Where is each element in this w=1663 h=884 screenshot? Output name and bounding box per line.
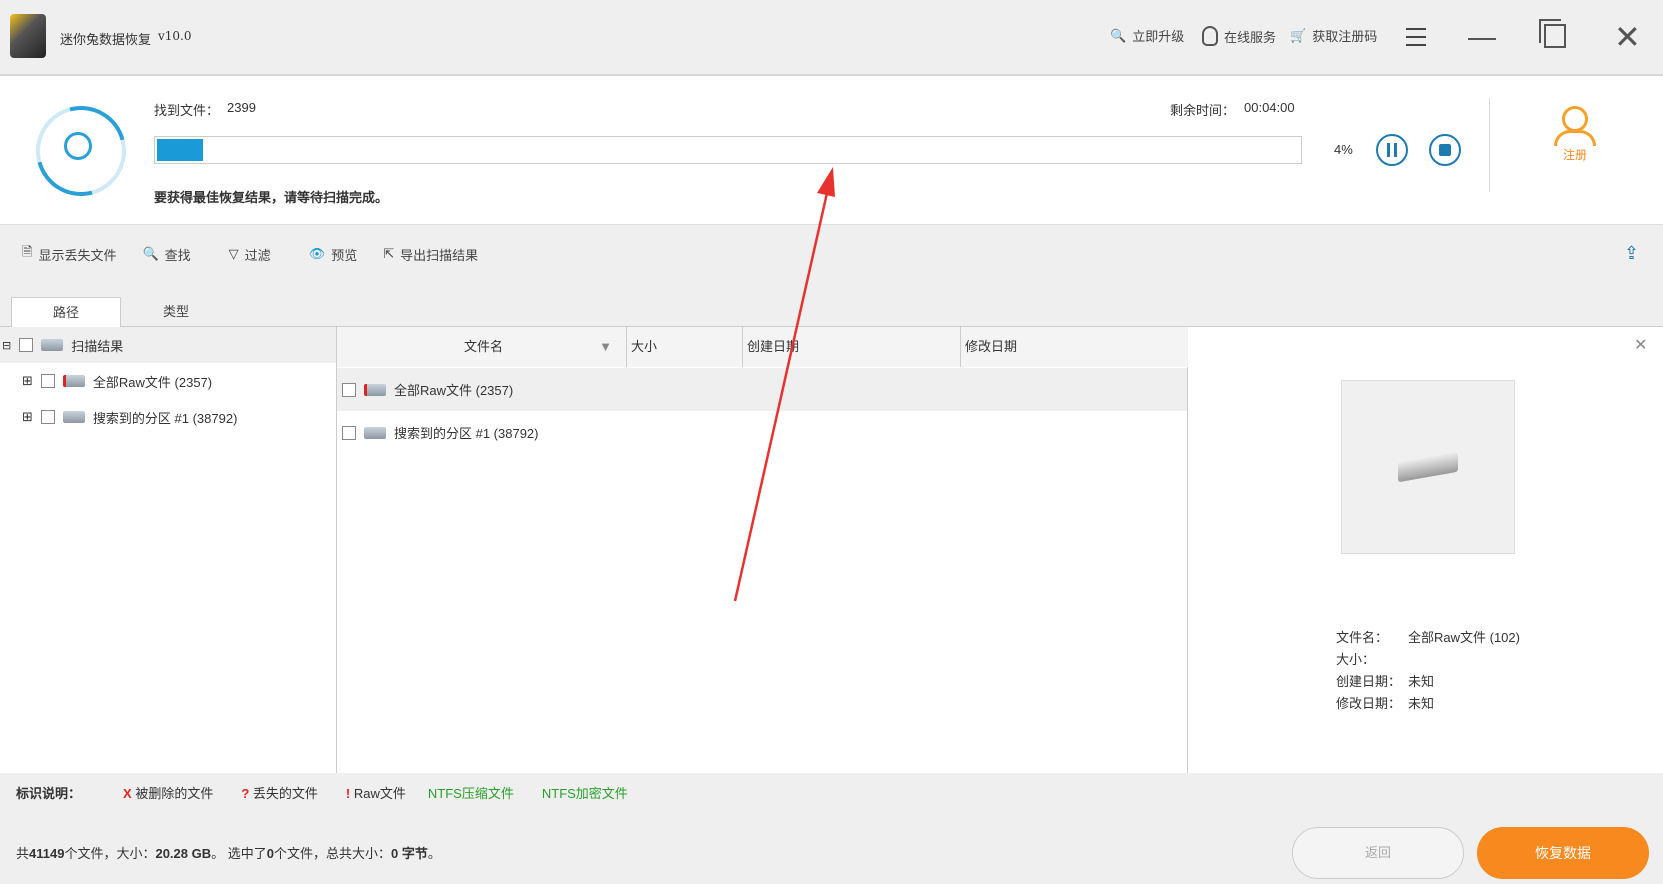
annotation-arrow bbox=[733, 167, 835, 602]
show-lost-files-button[interactable]: 🗎 显示丢失文件 bbox=[22, 243, 116, 265]
legend: 标识说明： X 被删除的文件 ? 丢失的文件 ! Raw文件 NTFS压缩文件 … bbox=[16, 783, 628, 802]
upgrade-search-icon: 🔍 bbox=[1110, 27, 1127, 43]
col-filename[interactable]: 文件名 ▼ bbox=[337, 327, 627, 367]
magnifier-icon bbox=[64, 132, 92, 160]
raw-drive-icon bbox=[364, 383, 386, 396]
export-results-button[interactable]: ⇱ 导出扫描结果 bbox=[383, 245, 478, 264]
stop-button[interactable] bbox=[1429, 134, 1461, 166]
preview-info: 文件名： 全部Raw文件 (102) 大小： 创建日期： 未知 修改日期： 未知 bbox=[1336, 630, 1520, 711]
app-title: 迷你兔数据恢复 bbox=[60, 32, 152, 47]
close-button[interactable]: ✕ bbox=[1614, 18, 1641, 56]
file-table: 文件名 ▼ 大小 创建日期 修改日期 全部Raw文件 (2357) 搜索到的分区 … bbox=[337, 167, 1188, 773]
sort-icon[interactable]: ▼ bbox=[599, 327, 612, 367]
status-bar: 标识说明： X 被删除的文件 ? 丢失的文件 ! Raw文件 NTFS压缩文件 … bbox=[0, 773, 1663, 884]
raw-drive-icon bbox=[62, 375, 85, 387]
eye-icon: 👁 bbox=[308, 246, 326, 261]
deleted-mark-icon: X bbox=[123, 786, 132, 801]
drive-image-icon bbox=[1398, 451, 1458, 483]
close-preview-icon[interactable]: ✕ bbox=[1634, 335, 1647, 355]
collapse-icon[interactable]: ⊟ bbox=[2, 339, 11, 352]
preview-thumbnail bbox=[1341, 380, 1515, 554]
filter-icon: ▽ bbox=[228, 246, 239, 261]
title-bar: 迷你兔数据恢复 v10.0 🔍 立即升级 在线服务 🛒 获取注册码 ✕ bbox=[0, 0, 1663, 76]
share-icon[interactable]: ⇪ bbox=[1624, 243, 1639, 264]
preview-button[interactable]: 👁 预览 bbox=[309, 245, 358, 264]
tree-item[interactable]: ⊞ 搜索到的分区 #1 (38792) bbox=[0, 399, 336, 435]
register-button[interactable]: 注册 bbox=[1540, 106, 1610, 163]
back-button[interactable]: 返回 bbox=[1292, 827, 1464, 879]
export-icon: ⇱ bbox=[383, 246, 395, 261]
expand-icon[interactable]: ⊞ bbox=[22, 373, 33, 389]
document-icon: 🗎 bbox=[22, 244, 33, 259]
upgrade-button[interactable]: 🔍 立即升级 bbox=[1110, 26, 1184, 45]
checkbox[interactable] bbox=[40, 374, 55, 388]
tab-path[interactable]: 路径 bbox=[11, 297, 121, 327]
remaining-label: 剩余时间： bbox=[1170, 103, 1236, 118]
search-icon: 🔍 bbox=[142, 246, 159, 261]
minimize-button[interactable] bbox=[1468, 38, 1496, 40]
scan-progress-bar bbox=[154, 136, 1302, 164]
checkbox[interactable] bbox=[342, 425, 356, 440]
get-code-button[interactable]: 🛒 获取注册码 bbox=[1290, 26, 1377, 45]
divider bbox=[1489, 98, 1490, 192]
app-logo-icon bbox=[10, 14, 46, 58]
col-modified[interactable]: 修改日期 bbox=[961, 327, 1188, 367]
scan-hint: 要获得最佳恢复结果，请等待扫描完成。 bbox=[154, 190, 389, 205]
tree-root[interactable]: ⊟ 扫描结果 bbox=[0, 327, 336, 363]
found-count: 2399 bbox=[227, 100, 256, 115]
checkbox[interactable] bbox=[40, 410, 55, 424]
lost-mark-icon: ? bbox=[241, 786, 250, 801]
progress-percent: 4% bbox=[1334, 142, 1353, 157]
expand-icon[interactable]: ⊞ bbox=[22, 409, 33, 425]
filter-button[interactable]: ▽ 过滤 bbox=[229, 245, 271, 264]
tree-panel: ⊟ 扫描结果 ⊞ 全部Raw文件 (2357) ⊞ 搜索到的分区 #1 (38792) bbox=[0, 327, 337, 773]
col-size[interactable]: 大小 bbox=[627, 327, 743, 367]
tree-item[interactable]: ⊞ 全部Raw文件 (2357) bbox=[0, 363, 336, 399]
menu-icon[interactable] bbox=[1406, 28, 1426, 46]
tab-type[interactable]: 类型 bbox=[121, 297, 231, 327]
online-service-button[interactable]: 在线服务 bbox=[1202, 26, 1276, 46]
ntfs-compressed-legend: NTFS压缩文件 bbox=[427, 786, 514, 801]
partition-icon bbox=[364, 426, 386, 439]
user-add-icon bbox=[1562, 106, 1588, 132]
raw-mark-icon: ! bbox=[345, 786, 351, 801]
drive-icon bbox=[41, 339, 64, 351]
partition-icon bbox=[62, 411, 85, 423]
recover-button[interactable]: 恢复数据 bbox=[1477, 827, 1649, 879]
cart-icon: 🛒 bbox=[1290, 27, 1307, 43]
summary-text: 共41149个文件，大小：20.28 GB。 选中了0个文件，总共大小：0 字节… bbox=[16, 846, 441, 861]
checkbox[interactable] bbox=[342, 382, 356, 397]
ntfs-encrypted-legend: NTFS加密文件 bbox=[541, 786, 628, 801]
chat-icon bbox=[1202, 26, 1218, 46]
progress-fill bbox=[157, 139, 203, 161]
find-button[interactable]: 🔍 查找 bbox=[142, 245, 190, 264]
maximize-button[interactable] bbox=[1544, 24, 1566, 48]
found-label: 找到文件： bbox=[154, 103, 220, 118]
preview-panel: ✕ 文件名： 全部Raw文件 (102) 大小： 创建日期： 未知 修改日期： 未知 bbox=[1188, 327, 1663, 773]
app-version: v10.0 bbox=[158, 29, 192, 43]
checkbox[interactable] bbox=[19, 338, 34, 352]
remaining-time: 00:04:00 bbox=[1244, 100, 1295, 115]
pause-button[interactable] bbox=[1376, 134, 1408, 166]
